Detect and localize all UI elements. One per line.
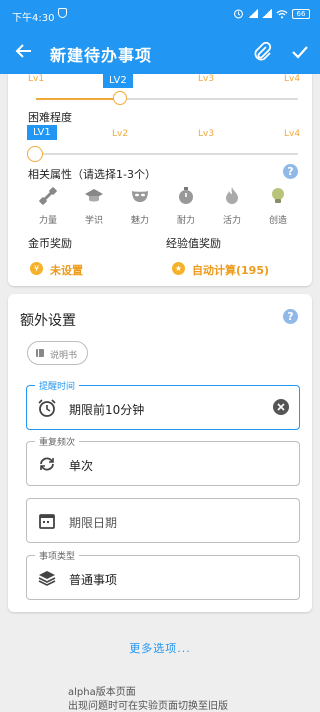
shield-icon — [58, 8, 67, 18]
flame-icon — [226, 187, 238, 204]
dumbbell-icon — [39, 187, 57, 205]
manual-chip-label: 说明书 — [50, 351, 78, 361]
status-icons: 66 — [233, 8, 310, 19]
importance-level-bubble: LV2 — [103, 73, 133, 88]
stopwatch-icon — [179, 187, 193, 204]
attribute-label: 魅力 — [130, 216, 149, 226]
layers-icon — [38, 571, 56, 586]
difficulty-slider-thumb[interactable] — [27, 146, 43, 162]
attribute-item-creativity[interactable]: 创造 — [258, 186, 298, 226]
exp-reward-label: 经验值奖励 — [166, 237, 221, 250]
manual-chip[interactable]: 说明书 — [27, 341, 88, 365]
repeat-frequency-label: 重复频次 — [35, 435, 80, 448]
attribute-item-endurance[interactable]: 耐力 — [166, 186, 206, 226]
attribute-label: 力量 — [38, 216, 57, 226]
coin-icon: ¥ — [30, 262, 43, 275]
attachment-icon[interactable] — [252, 41, 272, 63]
attributes-help-icon[interactable]: ? — [283, 164, 298, 179]
extra-settings-title: 额外设置 — [20, 313, 76, 329]
deadline-date-placeholder: 期限日期 — [69, 516, 118, 530]
task-properties-card: LV2 Lv1 Lv3 Lv4 困难程度 LV1 Lv2 Lv3 Lv4 相关属… — [8, 73, 312, 286]
alarm-icon — [234, 9, 243, 19]
extra-settings-help-icon[interactable]: ? — [283, 309, 298, 324]
more-options-link[interactable]: 更多选项... — [0, 640, 320, 656]
footer-switch-note: 出现问题时可在实验页面切换至旧版 — [68, 701, 228, 712]
signal-icon-2 — [262, 9, 272, 18]
reminder-time-field[interactable]: 提醒时间 期限前10分钟 — [26, 379, 300, 430]
star-icon: ★ — [172, 262, 185, 275]
repeat-frequency-value: 单次 — [69, 459, 94, 473]
page-title: 新建待办事项 — [50, 46, 153, 65]
clear-icon[interactable] — [273, 399, 289, 415]
attribute-label: 学识 — [84, 216, 103, 226]
signal-icon — [248, 9, 258, 18]
difficulty-level-4: Lv4 — [284, 129, 301, 139]
attributes-label: 相关属性（请选择1-3个） — [28, 168, 156, 181]
difficulty-level-bubble: LV1 — [27, 125, 57, 140]
repeat-frequency-field[interactable]: 重复频次 单次 — [26, 435, 300, 486]
attribute-label: 创造 — [268, 216, 287, 226]
save-check-icon[interactable] — [290, 42, 310, 62]
lightbulb-icon — [272, 188, 284, 203]
importance-slider-thumb[interactable] — [113, 91, 127, 105]
back-arrow-icon[interactable] — [14, 41, 34, 61]
alarm-clock-icon — [38, 399, 56, 417]
battery-icon: 66 — [292, 8, 310, 19]
importance-level-4: Lv4 — [284, 74, 301, 84]
difficulty-level-3: Lv3 — [198, 129, 215, 139]
status-bar: 下午4:30 66 — [0, 0, 320, 30]
difficulty-level-2: Lv2 — [112, 129, 129, 139]
deadline-date-field[interactable]: 期限日期 — [26, 498, 300, 543]
app-bar: 新建待办事项 — [0, 30, 320, 74]
footer-version-note: alpha版本页面 — [68, 687, 136, 698]
book-icon — [36, 349, 44, 357]
reminder-time-label: 提醒时间 — [35, 379, 80, 392]
importance-level-3: Lv3 — [198, 74, 215, 84]
gold-reward-value[interactable]: 未设置 — [50, 262, 83, 278]
attribute-label: 活力 — [222, 216, 241, 226]
importance-level-1: Lv1 — [28, 74, 45, 84]
wifi-icon — [276, 9, 288, 18]
item-type-label: 事项类型 — [35, 549, 80, 562]
difficulty-label: 困难程度 — [28, 111, 72, 124]
repeat-icon — [40, 457, 54, 471]
attribute-item-vitality[interactable]: 活力 — [212, 186, 252, 226]
difficulty-slider[interactable] — [36, 153, 298, 155]
importance-slider[interactable] — [36, 98, 298, 100]
attribute-item-knowledge[interactable]: 学识 — [74, 186, 114, 226]
calendar-icon — [39, 514, 55, 529]
reminder-time-value: 期限前10分钟 — [69, 403, 145, 417]
extra-settings-card: 额外设置 ? 说明书 提醒时间 期限前10分钟 重复频次 单次 期限日期 事项类… — [8, 294, 312, 612]
item-type-field[interactable]: 事项类型 普通事项 — [26, 549, 300, 600]
importance-slider-fill — [36, 98, 123, 100]
exp-reward-value[interactable]: 自动计算(195) — [192, 262, 269, 278]
graduation-cap-icon — [85, 189, 103, 202]
attribute-label: 耐力 — [176, 216, 195, 226]
gold-reward-label: 金币奖励 — [28, 237, 72, 250]
attribute-item-strength[interactable]: 力量 — [28, 186, 68, 226]
item-type-value: 普通事项 — [69, 573, 118, 587]
attribute-item-charm[interactable]: 魅力 — [120, 186, 160, 226]
status-time: 下午4:30 — [12, 13, 55, 24]
mask-icon — [132, 191, 148, 202]
